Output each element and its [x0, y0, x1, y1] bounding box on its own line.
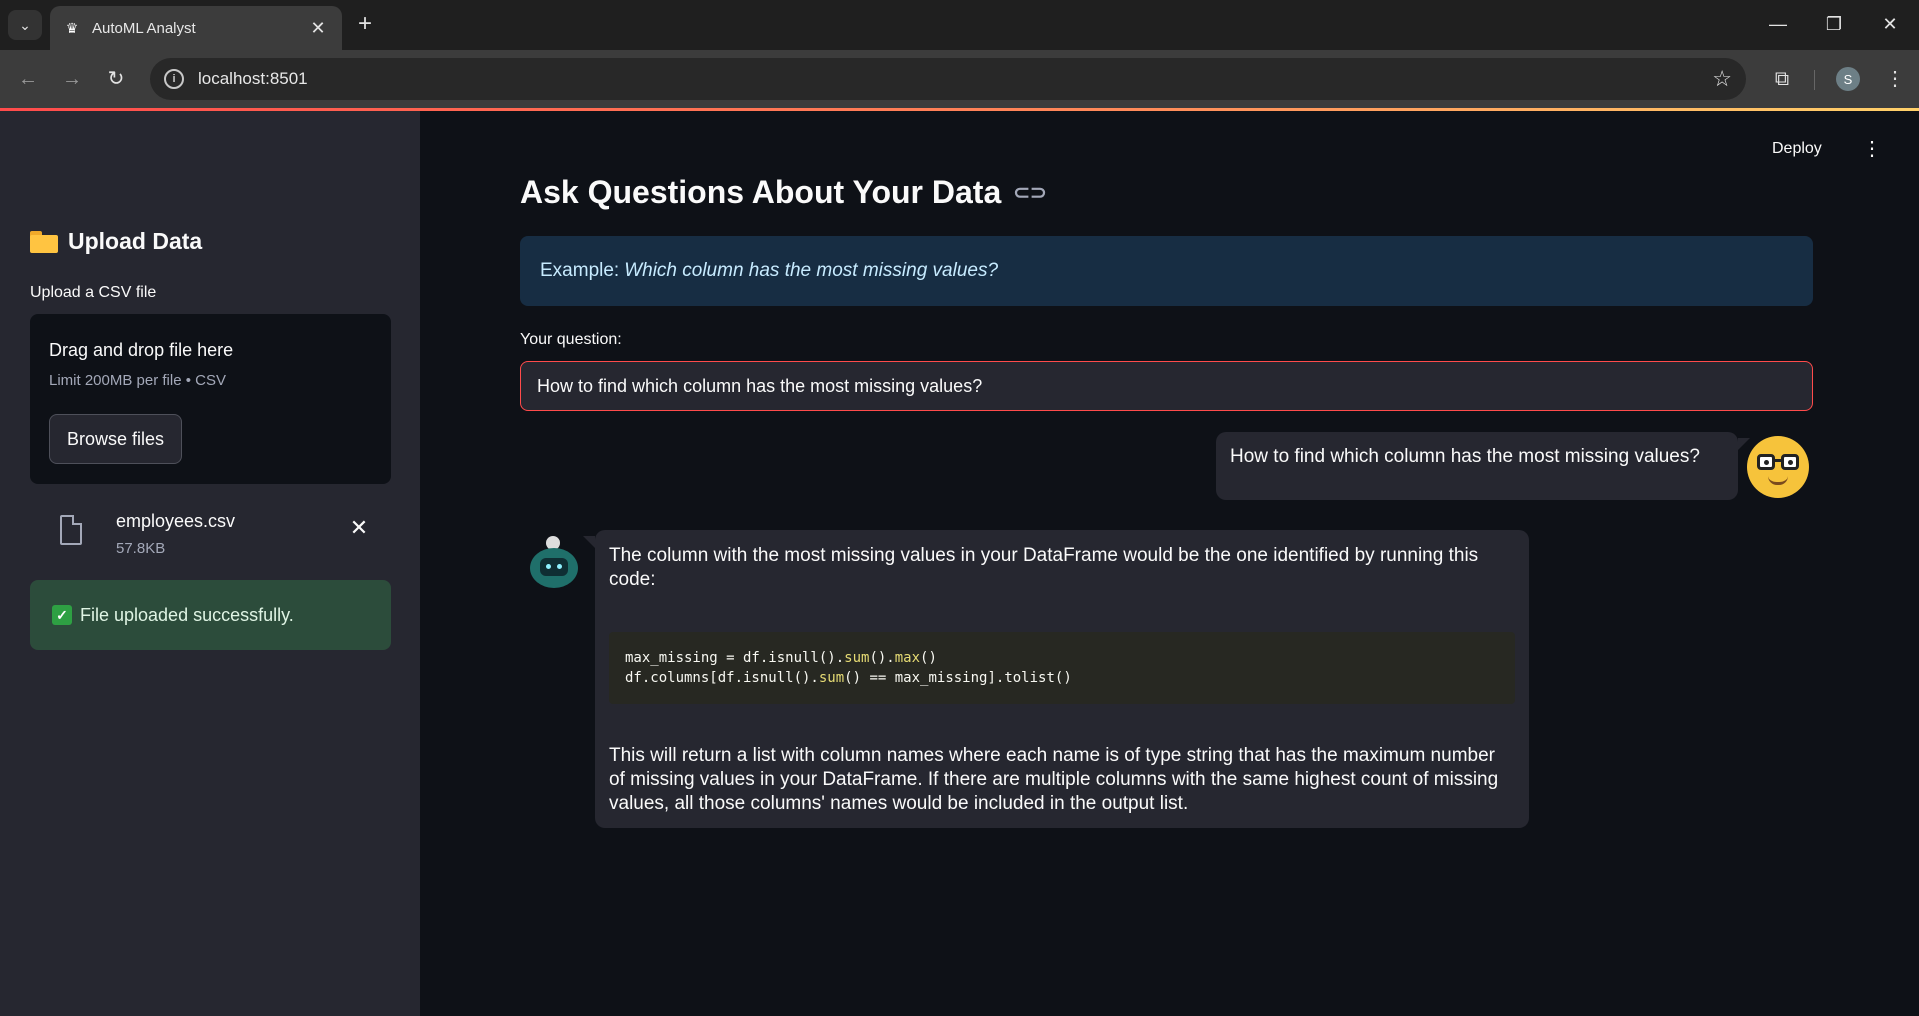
example-info-box: Example: Which column has the most missi… — [520, 236, 1813, 306]
dropzone-title: Drag and drop file here — [49, 340, 234, 360]
browser-menu-icon[interactable]: ⋮ — [1880, 63, 1910, 95]
uploaded-file: employees.csv 57.8KB ✕ — [30, 499, 391, 569]
page-title-text: Ask Questions About Your Data — [520, 174, 1002, 210]
back-icon[interactable]: ← — [12, 63, 44, 95]
main-menu-icon[interactable]: ⋮ — [1862, 136, 1882, 162]
sidebar: Upload Data Upload a CSV file Drag and d… — [0, 111, 420, 1016]
page-title: Ask Questions About Your Data ⊂⊃ — [520, 174, 1047, 211]
reload-icon[interactable]: ↻ — [100, 63, 132, 95]
success-text: File uploaded successfully. — [80, 604, 294, 625]
file-dropzone[interactable]: Drag and drop file here Limit 200MB per … — [30, 314, 391, 484]
upload-label: Upload a CSV file — [30, 284, 157, 301]
browser-tab[interactable]: ♛ AutoML Analyst ✕ — [50, 6, 342, 50]
question-label: Your question: — [520, 331, 622, 348]
folder-icon — [30, 230, 58, 253]
minimize-icon[interactable]: — — [1758, 10, 1798, 38]
sidebar-header: Upload Data — [30, 228, 202, 255]
sidebar-title: Upload Data — [68, 228, 203, 254]
restore-icon[interactable]: ❐ — [1814, 10, 1854, 38]
divider — [1814, 70, 1815, 90]
example-prefix: Example: — [540, 260, 620, 281]
remove-file-icon[interactable]: ✕ — [346, 515, 372, 541]
browser-navbar: ← → ↻ i localhost:8501 ☆ ⧉ S ⋮ — [0, 50, 1919, 108]
browse-files-button[interactable]: Browse files — [49, 414, 182, 464]
user-message: How to find which column has the most mi… — [1216, 432, 1750, 500]
file-size: 57.8KB — [116, 540, 166, 557]
link-icon[interactable]: ⊂⊃ — [1013, 180, 1047, 205]
bot-intro-text: The column with the most missing values … — [609, 545, 1479, 590]
bot-outro-text: This will return a list with column name… — [609, 745, 1499, 814]
code-line-2: df.columns[df.isnull().sum() == max_miss… — [625, 670, 1072, 686]
file-icon — [60, 515, 82, 545]
new-tab-icon[interactable]: + — [352, 12, 378, 38]
smile-icon — [1768, 476, 1788, 485]
streamlit-crown-icon: ♛ — [65, 19, 79, 36]
question-input[interactable]: How to find which column has the most mi… — [520, 361, 1813, 411]
profile-avatar[interactable]: S — [1836, 67, 1860, 91]
chevron-down-icon[interactable]: ⌄ — [8, 10, 42, 40]
browser-tabbar: ⌄ ♛ AutoML Analyst ✕ + — ❐ ✕ — [0, 0, 1919, 50]
nerd-glasses-icon — [1757, 454, 1799, 470]
tab-title: AutoML Analyst — [92, 19, 196, 37]
puzzle-icon[interactable]: ⧉ — [1766, 63, 1798, 95]
close-icon[interactable]: ✕ — [308, 18, 328, 39]
example-text: Which column has the most missing values… — [624, 260, 999, 281]
deploy-button[interactable]: Deploy — [1772, 140, 1822, 158]
dropzone-limit: Limit 200MB per file • CSV — [49, 372, 226, 389]
user-avatar — [1747, 436, 1809, 498]
check-icon: ✓ — [52, 605, 72, 625]
success-alert: ✓ File uploaded successfully. — [30, 580, 391, 650]
code-line-1: max_missing = df.isnull().sum().max() — [625, 650, 937, 666]
bot-avatar — [528, 536, 580, 592]
forward-icon[interactable]: → — [56, 63, 88, 95]
url-text[interactable]: localhost:8501 — [198, 69, 1712, 89]
star-icon[interactable]: ☆ — [1712, 66, 1732, 92]
bot-message: The column with the most missing values … — [583, 530, 1529, 828]
window-close-icon[interactable]: ✕ — [1870, 10, 1910, 38]
address-bar[interactable]: i localhost:8501 ☆ — [150, 58, 1746, 100]
file-name: employees.csv — [116, 511, 236, 531]
site-info-icon[interactable]: i — [164, 69, 184, 89]
code-block: max_missing = df.isnull().sum().max() df… — [609, 632, 1515, 704]
